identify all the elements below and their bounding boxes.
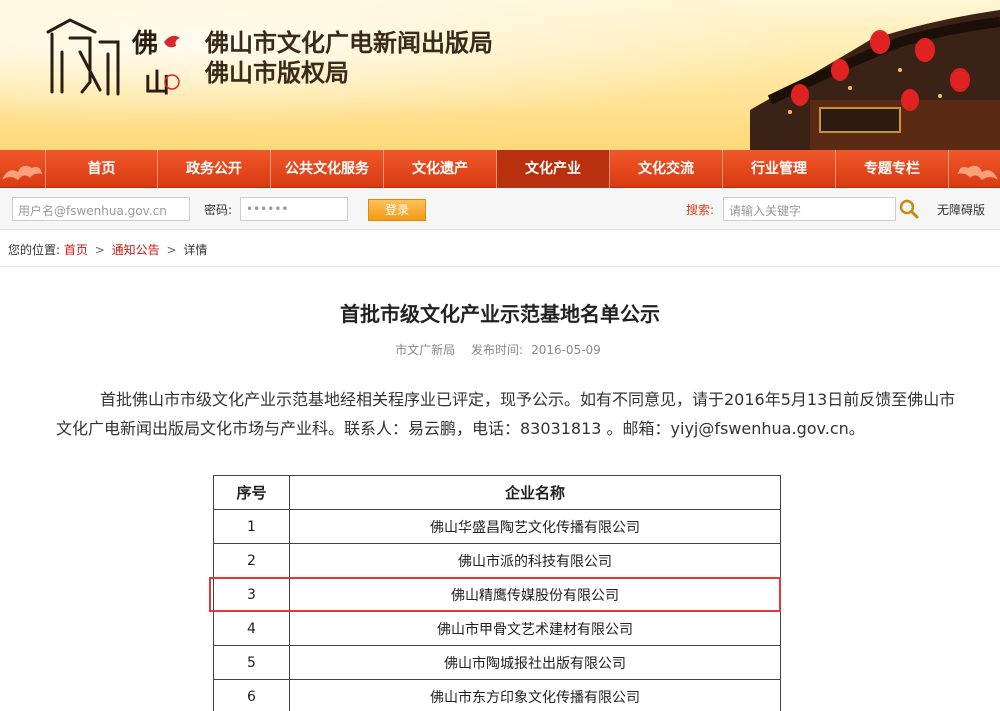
nav-item-public-culture[interactable]: 公共文化服务 <box>271 150 384 188</box>
breadcrumb-current: 详情 <box>183 243 208 257</box>
row-number: 1 <box>213 509 290 544</box>
publish-date-label: 发布时间: <box>471 343 524 357</box>
company-name: 佛山市派的科技有限公司 <box>289 543 781 578</box>
site-banner: 佛 山 佛山市文化广电新闻出版局 佛山市版权局 <box>0 0 1000 150</box>
column-header-company: 企业名称 <box>289 475 781 510</box>
accessible-version-link[interactable]: 无障碍版 <box>937 201 985 218</box>
column-header-number: 序号 <box>213 475 290 510</box>
cloud-ornament-icon <box>2 165 42 180</box>
search-input[interactable]: 请输入关键字 <box>723 197 896 221</box>
table-row: 5 佛山市陶城报社出版有限公司 <box>213 645 781 680</box>
publish-date: 2016-05-09 <box>531 343 601 357</box>
username-input[interactable]: 用户名@fswenhua.gov.cn <box>12 197 190 221</box>
company-name: 佛山精鹰传媒股份有限公司 <box>289 577 781 612</box>
company-name: 佛山市东方印象文化传播有限公司 <box>289 679 781 711</box>
nav-items: 首页 政务公开 公共文化服务 文化遗产 文化产业 文化交流 行业管理 专题专栏 <box>45 150 949 188</box>
breadcrumb-notices-link[interactable]: 通知公告 <box>112 243 160 257</box>
company-name: 佛山市甲骨文艺术建材有限公司 <box>289 611 781 646</box>
breadcrumb-prefix: 您的位置: <box>8 243 61 257</box>
main-nav: 首页 政务公开 公共文化服务 文化遗产 文化产业 文化交流 行业管理 专题专栏 <box>0 150 1000 188</box>
site-title: 佛山市文化广电新闻出版局 佛山市版权局 <box>205 28 493 88</box>
nav-item-cultural-industry[interactable]: 文化产业 <box>497 150 610 188</box>
breadcrumb-separator: > <box>166 243 177 257</box>
login-bar: 用户名@fswenhua.gov.cn 密码: •••••• 登录 搜索: 请输… <box>0 188 1000 230</box>
site-title-line2: 佛山市版权局 <box>205 59 349 87</box>
breadcrumb: 您的位置: 首页 > 通知公告 > 详情 <box>0 231 1000 267</box>
ancestral-gate-illustration <box>750 10 1000 150</box>
table-row: 3 佛山精鹰传媒股份有限公司 <box>213 577 781 612</box>
nav-item-cultural-heritage[interactable]: 文化遗产 <box>384 150 497 188</box>
svg-text:佛: 佛 <box>131 29 158 59</box>
row-number: 2 <box>213 543 290 578</box>
login-button[interactable]: 登录 <box>368 199 426 221</box>
company-name: 佛山华盛昌陶艺文化传播有限公司 <box>289 509 781 544</box>
table-row: 1 佛山华盛昌陶艺文化传播有限公司 <box>213 509 781 544</box>
company-table: 序号 企业名称 1 佛山华盛昌陶艺文化传播有限公司 2 佛山市派的科技有限公司 … <box>213 475 781 711</box>
nav-item-industry-management[interactable]: 行业管理 <box>723 150 836 188</box>
nav-item-home[interactable]: 首页 <box>45 150 158 188</box>
breadcrumb-home-link[interactable]: 首页 <box>64 243 88 257</box>
password-label: 密码: <box>204 203 233 217</box>
table-header-row: 序号 企业名称 <box>213 475 781 510</box>
svg-text:山: 山 <box>144 69 170 99</box>
nav-item-cultural-exchange[interactable]: 文化交流 <box>610 150 723 188</box>
article-meta: 市文广新局 发布时间: 2016-05-09 <box>0 341 1000 359</box>
article-title: 首批市级文化产业示范基地名单公示 <box>340 302 660 326</box>
company-name: 佛山市陶城报社出版有限公司 <box>289 645 781 680</box>
article-source: 市文广新局 <box>395 343 456 357</box>
article-paragraph: 首批佛山市市级文化产业示范基地经相关程序业已评定，现予公示。如有不同意见，请于2… <box>56 390 956 438</box>
article-body: 首批佛山市市级文化产业示范基地经相关程序业已评定，现予公示。如有不同意见，请于2… <box>56 385 956 443</box>
breadcrumb-separator: > <box>94 243 105 257</box>
row-number: 3 <box>213 577 290 612</box>
foshan-logo[interactable]: 佛 山 <box>40 12 190 102</box>
row-number: 6 <box>213 679 290 711</box>
nav-item-special-topics[interactable]: 专题专栏 <box>836 150 949 188</box>
table-row: 4 佛山市甲骨文艺术建材有限公司 <box>213 611 781 646</box>
row-number: 4 <box>213 611 290 646</box>
cloud-ornament-icon <box>958 165 998 180</box>
table-row: 6 佛山市东方印象文化传播有限公司 <box>213 679 781 711</box>
row-number: 5 <box>213 645 290 680</box>
nav-item-government-affairs[interactable]: 政务公开 <box>158 150 271 188</box>
site-title-line1: 佛山市文化广电新闻出版局 <box>205 29 493 57</box>
password-input[interactable]: •••••• <box>240 197 348 221</box>
search-label: 搜索: <box>686 203 715 217</box>
table-row: 2 佛山市派的科技有限公司 <box>213 543 781 578</box>
search-icon[interactable] <box>898 198 920 220</box>
